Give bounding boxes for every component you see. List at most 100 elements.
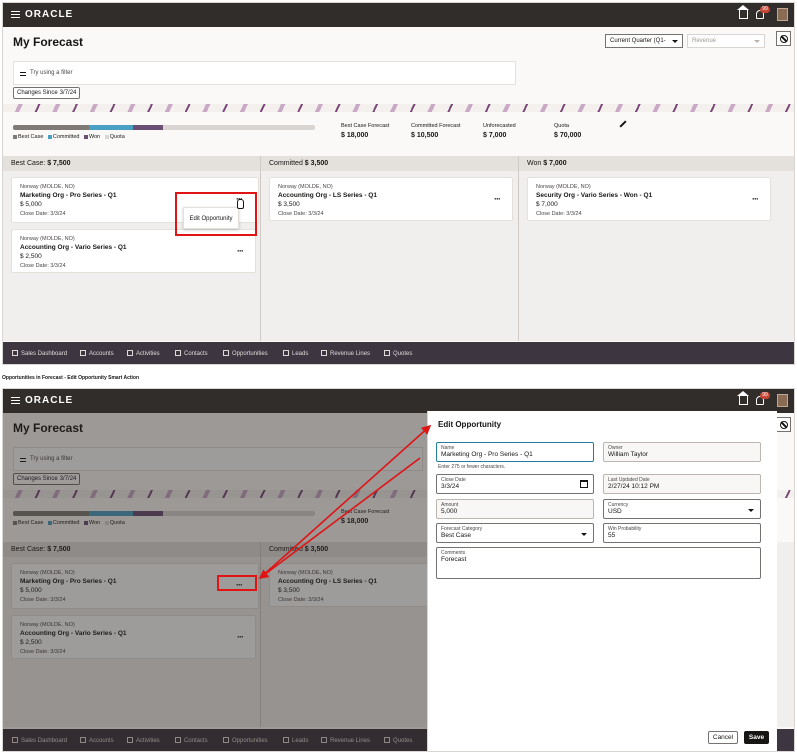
side-panel-toggle-button[interactable]	[776, 31, 791, 46]
chevron-down-icon	[748, 509, 754, 512]
card-close-date: Close Date: 3/3/24	[20, 211, 66, 217]
legend-quota: Quota	[109, 134, 125, 140]
save-button[interactable]: Save	[744, 731, 769, 744]
field-value: William Taylor	[608, 451, 648, 458]
filter-icon	[20, 72, 26, 76]
field-value: 5,000	[441, 508, 458, 515]
metric-value: $ 70,000	[554, 132, 582, 139]
more-actions-icon[interactable]: ···	[494, 194, 501, 204]
hamburger-menu-icon[interactable]	[11, 397, 20, 404]
card-amount: $ 3,500	[278, 201, 300, 208]
name-field[interactable]: Name Marketing Org - Pro Series - Q1	[436, 442, 594, 462]
home-icon[interactable]	[737, 5, 749, 19]
legend-swatch-committed	[47, 134, 52, 139]
period-select[interactable]: Current Quarter (Q1-	[605, 34, 683, 48]
metric-committed-forecast: Committed Forecast $ 10,500	[411, 123, 461, 139]
amount-field[interactable]: Amount 5,000	[436, 499, 594, 519]
forecast-screen-before: ORACLE 99 My Forecast Current Quarter (Q…	[2, 2, 795, 365]
field-value: Best Case	[441, 532, 471, 539]
field-value: 3/3/24	[441, 483, 460, 490]
notification-badge: 99	[760, 6, 770, 13]
nav-contacts[interactable]: Contacts	[175, 350, 208, 357]
quotes-icon	[384, 350, 390, 356]
global-header: ORACLE 99	[3, 389, 794, 413]
edit-opportunity-drawer: Edit Opportunity Name Marketing Org - Pr…	[427, 411, 777, 751]
leads-icon	[283, 350, 289, 356]
nav-label: Revenue Lines	[330, 351, 371, 357]
decorative-banner	[3, 104, 794, 112]
opportunity-card[interactable]: Norway (MOLDE, NO) Security Org - Vario …	[527, 177, 771, 221]
nav-quotes[interactable]: Quotes	[384, 350, 412, 357]
side-panel-toggle-button[interactable]	[776, 417, 791, 432]
forecast-screen-after: ORACLE 99 My Forecast Try using a filter…	[2, 388, 795, 752]
home-icon[interactable]	[737, 391, 749, 405]
edit-pencil-icon[interactable]	[619, 120, 627, 128]
calendar-icon[interactable]	[580, 480, 588, 488]
column-label: Committed	[269, 160, 303, 167]
legend-swatch-best-case	[13, 134, 17, 139]
field-value: Marketing Org - Pro Series - Q1	[441, 451, 533, 458]
legend-swatch-quota	[104, 134, 109, 139]
measure-select-value: Revenue	[692, 38, 717, 44]
forecast-category-select[interactable]: Forecast Category Best Case	[436, 523, 594, 543]
measure-select[interactable]: Revenue	[687, 34, 765, 48]
period-select-value: Current Quarter (Q1-	[610, 38, 666, 44]
ban-icon	[780, 421, 788, 429]
nav-leads[interactable]: Leads	[283, 350, 308, 357]
accounts-icon	[80, 350, 86, 356]
legend-best-case: Best Case	[18, 134, 44, 140]
card-close-date: Close Date: 3/3/24	[20, 263, 66, 269]
chevron-down-icon	[672, 40, 678, 43]
contacts-icon	[175, 350, 181, 356]
comments-textarea[interactable]: Comments Forecast	[436, 547, 761, 579]
card-account: Norway (MOLDE, NO)	[20, 184, 75, 190]
chevron-down-icon	[754, 40, 760, 43]
metric-label: Committed Forecast	[411, 123, 461, 129]
chevron-down-icon	[581, 533, 587, 536]
column-amount: $ 7,500	[47, 160, 71, 167]
hamburger-menu-icon[interactable]	[11, 11, 20, 18]
column-header-committed: Committed $ 3,500	[261, 156, 519, 171]
user-avatar-icon[interactable]	[777, 8, 788, 21]
more-actions-icon[interactable]: ···	[752, 194, 759, 204]
nav-label: Opportunities	[232, 351, 268, 357]
filter-input[interactable]: Try using a filter	[13, 61, 516, 85]
opportunity-card[interactable]: Norway (MOLDE, NO) Accounting Org - LS S…	[269, 177, 513, 221]
metric-label: Unforecasted	[483, 123, 516, 129]
nav-activities[interactable]: Activities	[127, 350, 160, 357]
metric-unforecasted: Unforecasted $ 7,000	[483, 123, 516, 139]
modal-overlay[interactable]	[3, 413, 427, 751]
nav-opportunities[interactable]: Opportunities	[223, 350, 268, 357]
metric-value: $ 7,000	[483, 132, 507, 139]
field-value: 2/27/24 10:12 PM	[608, 483, 660, 490]
nav-sales-dashboard[interactable]: Sales Dashboard	[12, 350, 67, 357]
progress-committed	[88, 125, 133, 130]
metric-value: $ 10,500	[411, 132, 439, 139]
nav-accounts[interactable]: Accounts	[80, 350, 114, 357]
more-actions-icon[interactable]: ···	[237, 246, 244, 256]
activities-icon	[127, 350, 133, 356]
figure-caption: Opportunities in Forecast - Edit Opportu…	[2, 375, 140, 381]
nav-label: Leads	[292, 351, 309, 357]
currency-select[interactable]: Currency USD	[603, 499, 761, 519]
drawer-title: Edit Opportunity	[438, 420, 502, 429]
nav-revenue-lines[interactable]: Revenue Lines	[321, 350, 370, 357]
changes-since-label: Changes Since	[17, 90, 58, 96]
card-close-date: Close Date: 3/3/24	[536, 211, 582, 217]
name-hint: Enter 275 or fewer characters.	[438, 464, 506, 470]
card-name: Security Org - Vario Series - Won - Q1	[536, 192, 653, 199]
close-date-field[interactable]: Close Date 3/3/24	[436, 474, 594, 494]
win-probability-field[interactable]: Win Probability 55	[603, 523, 761, 543]
nav-label: Quotes	[393, 351, 413, 357]
forecast-progress-bar	[13, 125, 315, 130]
card-amount: $ 5,000	[20, 201, 42, 208]
legend-swatch-won	[84, 134, 89, 139]
owner-field: Owner William Taylor	[603, 442, 761, 462]
user-avatar-icon[interactable]	[777, 394, 788, 407]
progress-legend: Best Case Committed Won Quota	[13, 134, 125, 140]
metric-label: Best Case Forecast	[341, 123, 390, 129]
column-label: Won	[527, 160, 542, 167]
cancel-button[interactable]: Cancel	[708, 731, 738, 744]
changes-since-chip[interactable]: Changes Since 3/7/24	[13, 87, 81, 99]
ban-icon	[780, 35, 788, 43]
